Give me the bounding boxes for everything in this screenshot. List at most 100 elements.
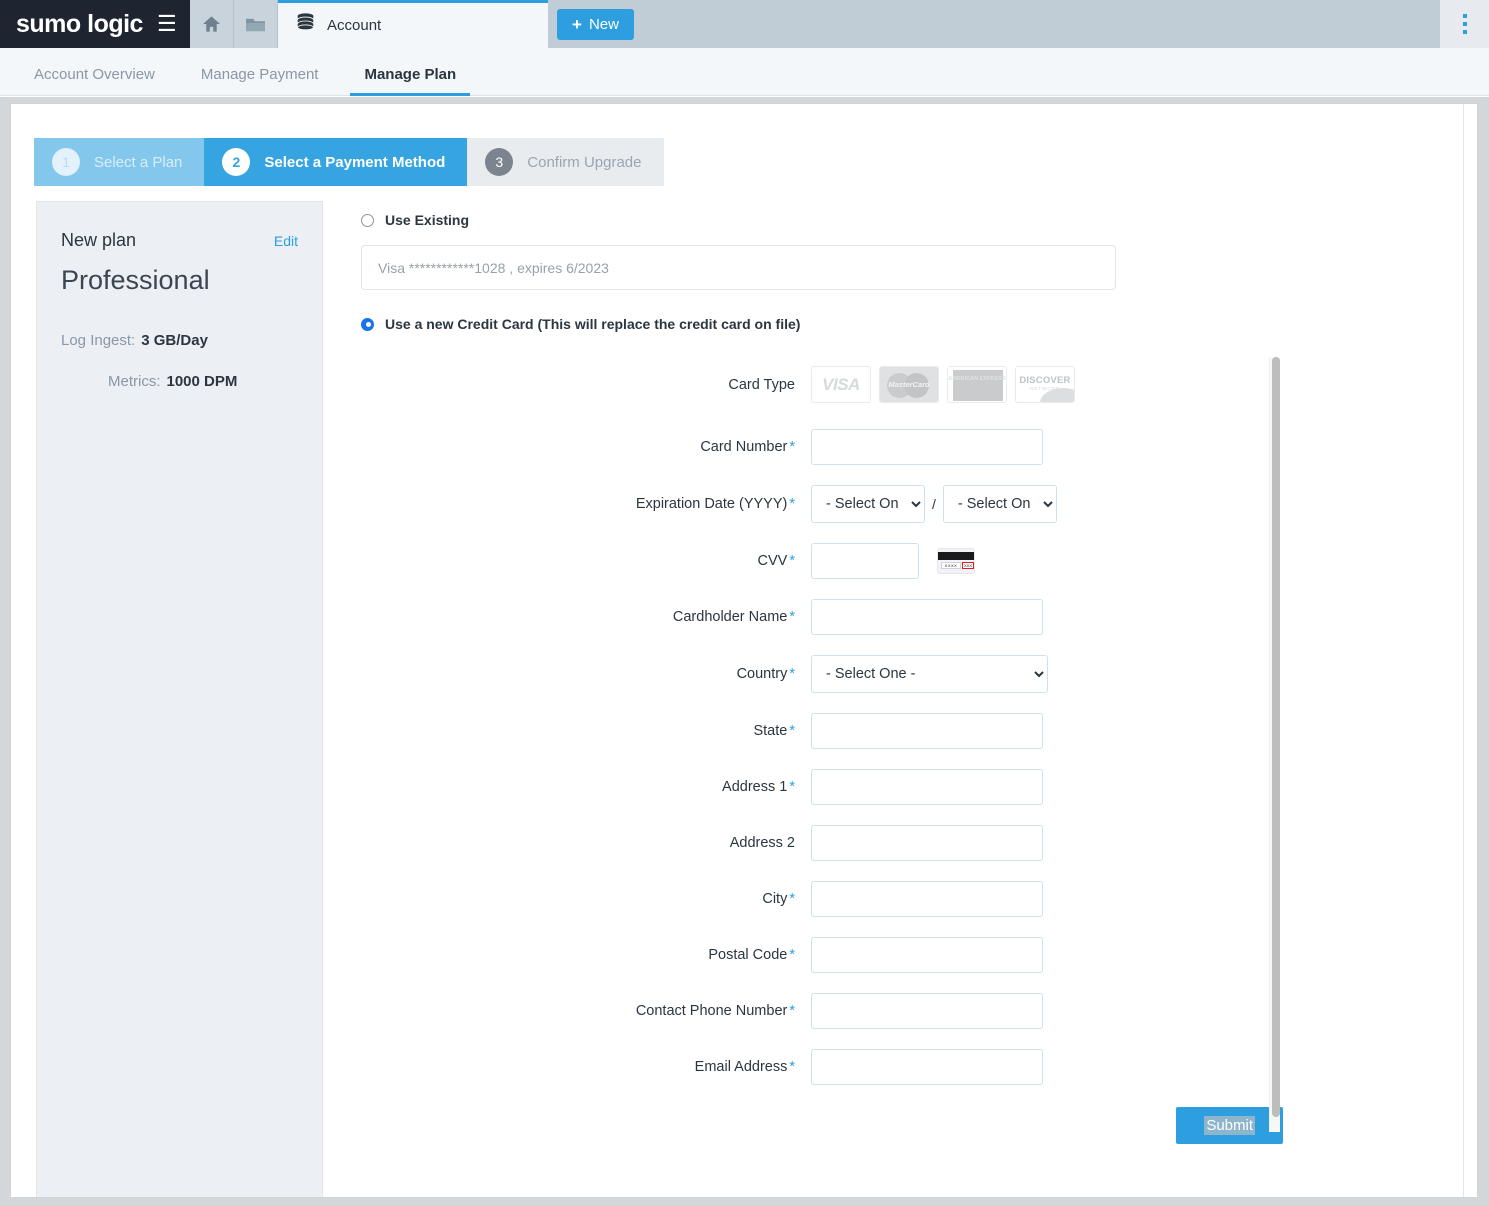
home-icon[interactable] (190, 0, 234, 48)
state-input[interactable] (811, 713, 1043, 749)
city-label: City* (361, 891, 811, 907)
step-3-label: Confirm Upgrade (527, 154, 641, 171)
submit-row: Submit (381, 1107, 1283, 1144)
address-2-label: Address 2 (361, 835, 811, 851)
tab-manage-payment[interactable]: Manage Payment (187, 66, 333, 95)
use-new-card-option[interactable]: Use a new Credit Card (This will replace… (361, 316, 1451, 332)
discover-logo: DISCOVER NETWORK (1015, 366, 1075, 403)
postal-code-label: Postal Code* (361, 947, 811, 963)
folder-icon[interactable] (234, 0, 278, 48)
cvv-input[interactable] (811, 543, 919, 579)
inner-scrollbar-track[interactable] (1269, 357, 1280, 1132)
row-address-1: Address 1* (361, 769, 1451, 805)
metrics-value: 1000 DPM (167, 373, 238, 390)
plus-icon: + (572, 16, 582, 33)
city-input[interactable] (811, 881, 1043, 917)
brand-logo: sumo logic ☰ (0, 0, 190, 48)
row-contact-phone: Contact Phone Number* (361, 993, 1451, 1029)
summary-header: New plan Edit (61, 230, 298, 251)
country-label-text: Country (737, 666, 788, 682)
amex-logo: AMERICAN EXPRESS (947, 366, 1007, 403)
row-email-address: Email Address* (361, 1049, 1451, 1085)
required-marker: * (789, 891, 795, 907)
payment-method-form: Use Existing Visa ************1028 , exp… (341, 201, 1451, 1198)
visa-logo-text: VISA (822, 375, 860, 395)
brand-label: sumo logic (16, 12, 143, 37)
address-1-input[interactable] (811, 769, 1043, 805)
summary-row-metrics: Metrics: 1000 DPM (61, 373, 298, 390)
existing-card-field[interactable]: Visa ************1028 , expires 6/2023 (361, 245, 1116, 290)
inner-scrollbar-thumb[interactable] (1272, 357, 1280, 1117)
contact-phone-label-text: Contact Phone Number (636, 1003, 788, 1019)
card-number-label: Card Number* (361, 439, 811, 455)
step-3-number: 3 (485, 148, 513, 176)
card-number-label-text: Card Number (700, 439, 787, 455)
amex-logo-text: AMERICAN EXPRESS (948, 375, 1006, 383)
expiration-date-label-text: Expiration Date (YYYY) (636, 496, 788, 512)
row-cardholder-name: Cardholder Name* (361, 599, 1451, 635)
summary-heading: New plan (61, 230, 136, 251)
tab-manage-plan[interactable]: Manage Plan (350, 66, 470, 95)
cvv-label: CVV* (361, 553, 811, 569)
row-card-number: Card Number* (361, 429, 1451, 465)
use-new-card-radio[interactable] (361, 318, 374, 331)
plan-name: Professional (61, 265, 298, 296)
cvv-icon-code: XXX (962, 562, 974, 569)
new-plan-summary-panel: New plan Edit Professional Log Ingest: 3… (36, 201, 323, 1198)
use-existing-radio[interactable] (361, 214, 374, 227)
cvv-icon-digits: XXXX (941, 562, 961, 569)
step-2-label: Select a Payment Method (264, 154, 445, 171)
step-select-a-plan[interactable]: 1 Select a Plan (34, 138, 204, 186)
step-1-label: Select a Plan (94, 154, 182, 171)
required-marker: * (789, 779, 795, 795)
required-marker: * (789, 1059, 795, 1075)
row-expiration-date: Expiration Date (YYYY)* - Select On / - … (361, 485, 1451, 523)
tab-account-overview[interactable]: Account Overview (20, 66, 169, 95)
row-city: City* (361, 881, 1451, 917)
row-postal-code: Postal Code* (361, 937, 1451, 973)
more-vertical-icon[interactable] (1440, 0, 1489, 48)
summary-row-log-ingest: Log Ingest: 3 GB/Day (61, 332, 298, 349)
address-1-label-text: Address 1 (722, 779, 787, 795)
required-marker: * (789, 439, 795, 455)
account-subnav: Account Overview Manage Payment Manage P… (0, 48, 1489, 96)
email-address-label: Email Address* (361, 1059, 811, 1075)
submit-button[interactable]: Submit (1176, 1107, 1283, 1144)
postal-code-input[interactable] (811, 937, 1043, 973)
address-1-label: Address 1* (361, 779, 811, 795)
use-existing-option[interactable]: Use Existing (361, 212, 1451, 228)
row-country: Country* - Select One - (361, 655, 1451, 693)
cardholder-name-label: Cardholder Name* (361, 609, 811, 625)
required-marker: * (789, 496, 795, 512)
step-select-a-payment-method[interactable]: 2 Select a Payment Method (204, 138, 467, 186)
email-address-label-text: Email Address (695, 1059, 788, 1075)
row-address-2: Address 2 (361, 825, 1451, 861)
step-confirm-upgrade[interactable]: 3 Confirm Upgrade (467, 138, 663, 186)
use-existing-label: Use Existing (385, 212, 469, 228)
row-state: State* (361, 713, 1451, 749)
postal-code-label-text: Postal Code (708, 947, 787, 963)
required-marker: * (789, 553, 795, 569)
city-label-text: City (762, 891, 787, 907)
country-select[interactable]: - Select One - (811, 655, 1048, 693)
contact-phone-input[interactable] (811, 993, 1043, 1029)
accepted-card-logos: VISA MasterCard AMERICAN EXPRESS (811, 366, 1075, 403)
content-card: 1 Select a Plan 2 Select a Payment Metho… (10, 103, 1478, 1198)
expiration-month-select[interactable]: - Select On (811, 485, 925, 523)
new-button[interactable]: + New (557, 9, 634, 40)
browser-tab-account[interactable]: Account (278, 0, 548, 48)
hamburger-menu-icon[interactable]: ☰ (157, 13, 177, 35)
mastercard-logo-text: MasterCard (880, 380, 938, 389)
log-ingest-value: 3 GB/Day (141, 332, 208, 349)
cardholder-name-input[interactable] (811, 599, 1043, 635)
expiration-date-label: Expiration Date (YYYY)* (361, 496, 811, 512)
expiration-separator: / (932, 496, 936, 512)
email-address-input[interactable] (811, 1049, 1043, 1085)
edit-plan-link[interactable]: Edit (274, 233, 298, 249)
discover-logo-text: DISCOVER (1016, 375, 1074, 386)
card-number-input[interactable] (811, 429, 1043, 465)
address-2-input[interactable] (811, 825, 1043, 861)
expiration-year-select[interactable]: - Select On (943, 485, 1057, 523)
card-type-label: Card Type (361, 377, 811, 393)
new-button-container: + New (548, 0, 643, 48)
